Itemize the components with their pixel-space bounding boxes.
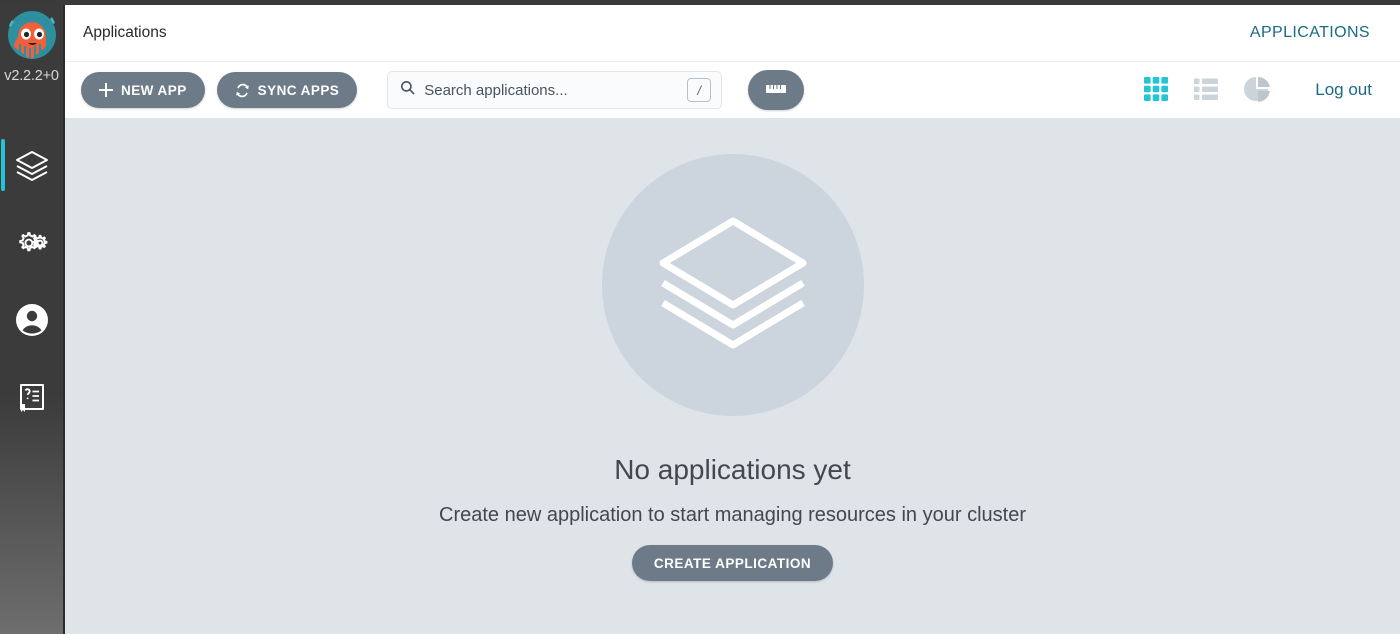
toolbar: NEW APP SYNC APPS Search applications...… [65,61,1400,118]
filter-toggle-button[interactable] [748,70,805,110]
argocd-application: v2.2.2+0 Applications APPLICATIONS NEW A… [0,0,1400,634]
help-book-icon [15,380,49,414]
create-application-button[interactable]: CREATE APPLICATION [631,545,834,581]
sidebar-nav [0,127,64,435]
layers-icon [12,146,52,186]
list-view-button[interactable] [1191,74,1221,107]
app-body: v2.2.2+0 Applications APPLICATIONS NEW A… [0,5,1400,634]
main-column: Applications APPLICATIONS NEW APP SYNC A… [65,5,1400,634]
search-input[interactable] [424,81,688,99]
refresh-icon [235,83,250,98]
version-label: v2.2.2+0 [4,68,59,84]
argo-octopus-logo [3,8,61,66]
gears-icon [13,224,51,262]
sidebar: v2.2.2+0 [0,5,65,634]
sidebar-item-settings[interactable] [0,204,64,281]
user-circle-icon [14,302,50,338]
new-app-button[interactable]: NEW APP [81,72,205,108]
new-app-label: NEW APP [121,82,187,98]
pie-chart-icon [1243,75,1271,106]
empty-state: No applications yet Create new applicati… [65,118,1400,634]
sidebar-item-applications[interactable] [0,127,64,204]
page-title: APPLICATIONS [1249,24,1370,41]
list-icon [1193,76,1219,105]
empty-state-circle [601,154,864,416]
summary-view-button[interactable] [1241,73,1273,108]
tiles-view-button[interactable] [1141,74,1171,107]
sidebar-item-documentation[interactable] [0,358,64,435]
breadcrumb[interactable]: Applications [83,24,167,42]
sync-apps-label: SYNC APPS [257,82,340,98]
plus-icon [99,83,113,97]
layers-icon [653,207,813,364]
empty-state-title: No applications yet [614,454,851,485]
sidebar-item-user-info[interactable] [0,281,64,358]
search-icon [400,80,415,100]
ruler-filter-icon [765,82,787,99]
empty-state-subtitle: Create new application to start managing… [439,504,1026,526]
top-header: Applications APPLICATIONS [65,5,1400,61]
search-box[interactable]: / [387,71,723,109]
search-shortcut-badge: / [687,78,712,102]
brand-block[interactable]: v2.2.2+0 [0,5,64,105]
view-mode-toggles [1141,73,1273,108]
sync-apps-button[interactable]: SYNC APPS [216,72,358,108]
logout-link[interactable]: Log out [1315,80,1372,100]
grid-icon [1143,76,1169,105]
